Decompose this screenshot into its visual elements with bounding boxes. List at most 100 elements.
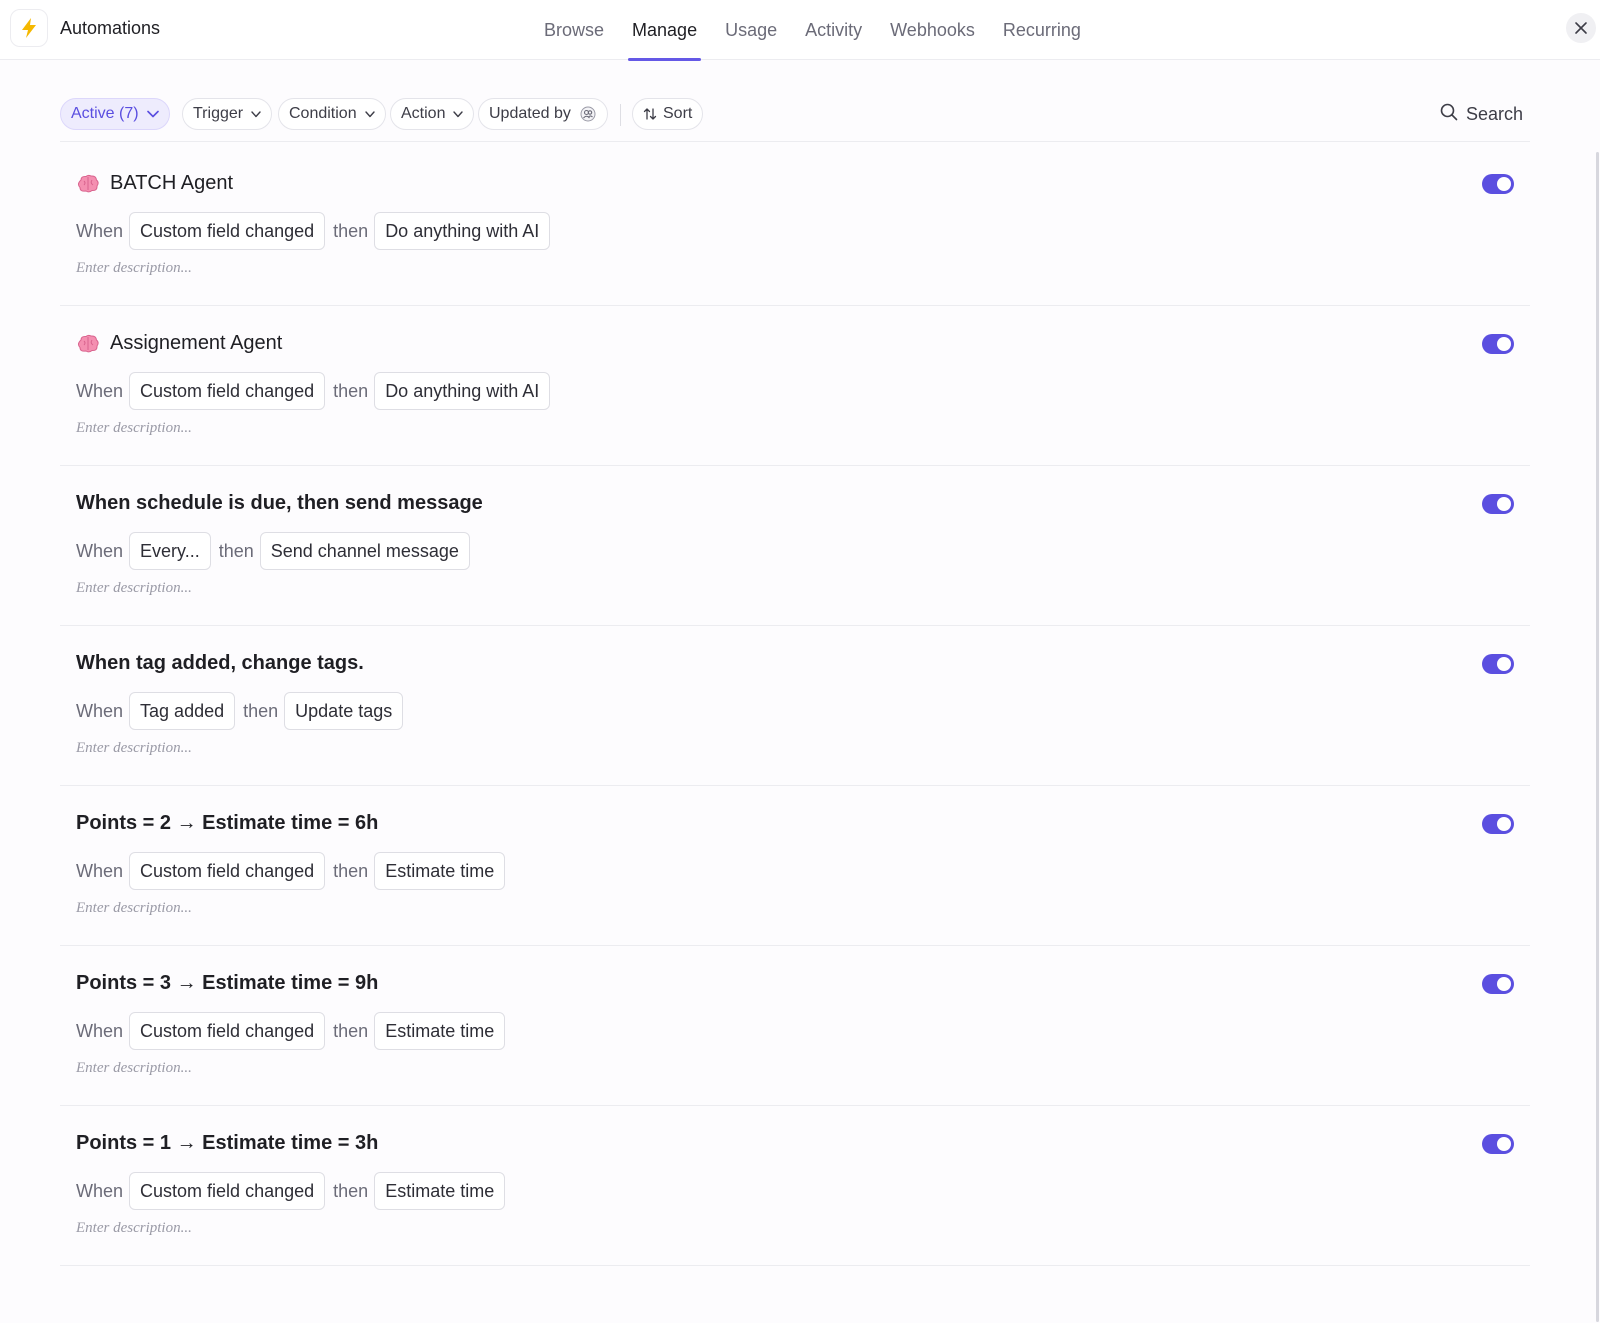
- toggle-knob: [1497, 977, 1511, 991]
- automation-title-text: When schedule is due, then send message: [76, 492, 483, 514]
- action-filter-label: Action: [401, 105, 446, 122]
- chevron-down-icon: [364, 110, 375, 118]
- automation-row[interactable]: Points = 1 → Estimate time = 3h When Cus…: [60, 1102, 1530, 1266]
- tab-browse[interactable]: Browse: [540, 0, 608, 60]
- sort-arrows-icon: [643, 107, 657, 121]
- automation-title[interactable]: When tag added, change tags.: [76, 652, 364, 675]
- automation-title[interactable]: Assignement Agent: [76, 332, 282, 355]
- then-label: then: [333, 860, 369, 881]
- trigger-pill[interactable]: Tag added: [129, 692, 236, 730]
- automation-row[interactable]: Points = 3 → Estimate time = 9h When Cus…: [60, 942, 1530, 1106]
- when-label: When: [76, 1020, 124, 1041]
- updated-by-filter-chip[interactable]: Updated by: [478, 98, 608, 130]
- automation-flow: When Every... then Send channel message: [76, 532, 470, 570]
- scrollbar-thumb[interactable]: [1596, 152, 1599, 1322]
- enable-toggle[interactable]: [1482, 334, 1514, 354]
- action-pill[interactable]: Send channel message: [259, 532, 470, 570]
- user-group-icon: [579, 106, 597, 122]
- when-label: When: [76, 860, 124, 881]
- tab-manage[interactable]: Manage: [628, 0, 702, 61]
- action-pill[interactable]: Estimate time: [374, 1012, 506, 1050]
- description-input[interactable]: Enter description...: [76, 580, 192, 597]
- automation-row[interactable]: BATCH Agent When Custom field changed th…: [60, 142, 1530, 306]
- when-label: When: [76, 540, 124, 561]
- lightning-bolt-icon: [10, 9, 48, 47]
- action-filter-chip[interactable]: Action: [390, 98, 475, 130]
- tab-recurring[interactable]: Recurring: [999, 0, 1085, 60]
- automation-title-text: When tag added, change tags.: [76, 652, 364, 674]
- toggle-knob: [1497, 657, 1511, 671]
- trigger-filter-label: Trigger: [193, 105, 244, 122]
- description-input[interactable]: Enter description...: [76, 260, 192, 277]
- automations-window: Automations Browse Manage Usage Activity…: [0, 0, 1600, 1323]
- automation-title[interactable]: Points = 3 → Estimate time = 9h: [76, 972, 378, 995]
- trigger-pill[interactable]: Custom field changed: [129, 212, 326, 250]
- enable-toggle[interactable]: [1482, 1134, 1514, 1154]
- when-label: When: [76, 700, 124, 721]
- when-label: When: [76, 380, 124, 401]
- sort-button[interactable]: Sort: [632, 98, 704, 130]
- search-button[interactable]: Search: [1440, 98, 1523, 130]
- description-input[interactable]: Enter description...: [76, 740, 192, 757]
- enable-toggle[interactable]: [1482, 174, 1514, 194]
- automation-title-text: BATCH Agent: [110, 172, 234, 194]
- action-pill[interactable]: Estimate time: [374, 852, 506, 890]
- automation-row[interactable]: Assignement Agent When Custom field chan…: [60, 302, 1530, 466]
- automation-flow: When Custom field changed then Do anythi…: [76, 372, 551, 410]
- action-pill[interactable]: Do anything with AI: [374, 212, 551, 250]
- close-icon: [1575, 22, 1587, 34]
- brand: Automations: [10, 9, 160, 47]
- enable-toggle[interactable]: [1482, 494, 1514, 514]
- action-pill[interactable]: Update tags: [284, 692, 404, 730]
- toggle-knob: [1497, 497, 1511, 511]
- trigger-pill[interactable]: Custom field changed: [129, 1172, 326, 1210]
- toggle-knob: [1497, 1137, 1511, 1151]
- automation-title[interactable]: Points = 1 → Estimate time = 3h: [76, 1132, 378, 1155]
- enable-toggle[interactable]: [1482, 654, 1514, 674]
- trigger-pill[interactable]: Custom field changed: [129, 852, 326, 890]
- description-input[interactable]: Enter description...: [76, 900, 192, 917]
- trigger-pill[interactable]: Custom field changed: [129, 1012, 326, 1050]
- action-pill[interactable]: Estimate time: [374, 1172, 506, 1210]
- enable-toggle[interactable]: [1482, 974, 1514, 994]
- description-input[interactable]: Enter description...: [76, 420, 192, 437]
- automation-title[interactable]: BATCH Agent: [76, 172, 233, 195]
- chevron-down-icon: [146, 110, 159, 118]
- trigger-pill[interactable]: Custom field changed: [129, 372, 326, 410]
- tab-activity[interactable]: Activity: [801, 0, 866, 60]
- trigger-pill[interactable]: Every...: [129, 532, 211, 570]
- automation-row[interactable]: When tag added, change tags. When Tag ad…: [60, 622, 1530, 786]
- updated-by-filter-label: Updated by: [489, 105, 571, 122]
- trigger-filter-chip[interactable]: Trigger: [182, 98, 273, 130]
- when-label: When: [76, 220, 124, 241]
- action-pill[interactable]: Do anything with AI: [374, 372, 551, 410]
- automation-row[interactable]: Points = 2 → Estimate time = 6h When Cus…: [60, 782, 1530, 946]
- active-filter-label: Active (7): [71, 105, 139, 122]
- enable-toggle[interactable]: [1482, 814, 1514, 834]
- automation-title[interactable]: When schedule is due, then send message: [76, 492, 483, 515]
- toggle-knob: [1497, 337, 1511, 351]
- sort-label: Sort: [663, 105, 693, 122]
- filter-bar: Active (7) Trigger Condition Action Upda…: [60, 96, 1530, 142]
- when-label: When: [76, 1180, 124, 1201]
- tab-webhooks[interactable]: Webhooks: [886, 0, 979, 60]
- condition-filter-chip[interactable]: Condition: [278, 98, 386, 130]
- automation-row[interactable]: When schedule is due, then send message …: [60, 462, 1530, 626]
- active-filter-chip[interactable]: Active (7): [60, 98, 170, 130]
- automation-title[interactable]: Points = 2 → Estimate time = 6h: [76, 812, 378, 835]
- automation-flow: When Tag added then Update tags: [76, 692, 404, 730]
- automation-title-text: Points = 2 → Estimate time = 6h: [76, 812, 379, 834]
- then-label: then: [333, 220, 369, 241]
- close-button[interactable]: [1566, 13, 1596, 43]
- description-input[interactable]: Enter description...: [76, 1220, 192, 1237]
- condition-filter-label: Condition: [289, 105, 357, 122]
- then-label: then: [333, 380, 369, 401]
- automation-flow: When Custom field changed then Estimate …: [76, 852, 506, 890]
- brain-icon: [76, 334, 100, 354]
- brain-icon: [76, 174, 100, 194]
- automation-flow: When Custom field changed then Do anythi…: [76, 212, 551, 250]
- tab-usage[interactable]: Usage: [721, 0, 781, 60]
- description-input[interactable]: Enter description...: [76, 1060, 192, 1077]
- chevron-down-icon: [251, 110, 261, 118]
- then-label: then: [333, 1180, 369, 1201]
